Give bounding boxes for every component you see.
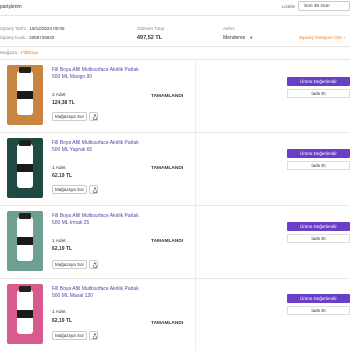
list-filter-value: Son 30 Gün <box>304 4 330 9</box>
evaluate-product-button[interactable]: Ürünü Değerlendir <box>287 222 350 231</box>
ask-store-label: Mağazaya Sor <box>54 187 84 192</box>
product-quantity: 2 Adet <box>52 93 66 98</box>
ask-store-label: Mağazaya Sor <box>54 333 84 338</box>
ask-store-button[interactable]: Mağazaya Sor <box>52 331 87 340</box>
share-icon <box>92 333 97 339</box>
chevron-down-icon: ▼ <box>249 35 254 40</box>
ask-store-label: Mağazaya Sor <box>54 114 84 119</box>
order-code-label: Sipariş Kodu <box>0 35 26 40</box>
evaluate-label: Ürünü Değerlendir <box>300 151 337 156</box>
order-item: Fill Boya Afill Multisurface Akrilik Par… <box>0 279 350 350</box>
order-code-row: Sipariş Kodu : 2059736832 <box>0 35 55 40</box>
order-date-label: Sipariş Tarihi <box>0 26 26 31</box>
ask-store-button[interactable]: Mağazaya Sor <box>52 112 87 121</box>
top-bar: parişlerim Listele Son 30 Gün <box>0 0 350 14</box>
product-price: 62,19 TL <box>52 173 73 179</box>
product-quantity: 1 Adet <box>52 166 66 171</box>
evaluate-product-button[interactable]: Ürünü Değerlendir <box>287 77 350 86</box>
return-label: İade Et <box>311 308 326 313</box>
product-image[interactable] <box>7 284 43 344</box>
evaluate-label: Ürünü Değerlendir <box>300 224 337 229</box>
store-name-link[interactable]: FillBoya <box>21 51 38 56</box>
evaluate-label: Ürünü Değerlendir <box>300 79 337 84</box>
return-button[interactable]: İade Et <box>287 306 350 315</box>
order-detail-link[interactable]: Sipariş Detayını Gör › <box>299 36 345 41</box>
product-name-link[interactable]: Fill Boya Afill Multisurface Akrilik Par… <box>52 286 140 300</box>
ask-store-label: Mağazaya Sor <box>54 262 84 267</box>
product-image[interactable] <box>7 65 43 125</box>
product-price: 124,38 TL <box>52 100 75 106</box>
order-status: TAMAMLANDI <box>151 321 184 326</box>
return-label: İade Et <box>311 91 326 96</box>
product-name-link[interactable]: Fill Boya Afill Multisurface Akrilik Par… <box>52 213 140 227</box>
evaluate-label: Ürünü Değerlendir <box>300 296 337 301</box>
product-image[interactable] <box>7 211 43 271</box>
breadcrumb[interactable]: parişlerim <box>0 4 22 10</box>
product-name-link[interactable]: Fill Boya Afill Multisurface Akrilik Par… <box>52 140 140 154</box>
product-quantity: 1 Adet <box>52 239 66 244</box>
store-row: Mağaza : FillBoya <box>0 47 350 60</box>
return-button[interactable]: İade Et <box>287 234 350 243</box>
product-price: 62,19 TL <box>52 246 73 252</box>
return-label: İade Et <box>311 163 326 168</box>
list-filter-label: Listele <box>282 4 296 9</box>
product-name-link[interactable]: Fill Boya Afill Multisurface Akrilik Par… <box>52 67 140 81</box>
evaluate-product-button[interactable]: Ürünü Değerlendir <box>287 149 350 158</box>
return-label: İade Et <box>311 236 326 241</box>
order-date-row: Sipariş Tarihi : 19/12/2024 00:05 <box>0 26 65 31</box>
order-status: TAMAMLANDI <box>151 94 184 99</box>
order-date-value: 19/12/2024 00:05 <box>29 26 65 31</box>
share-icon <box>92 114 97 120</box>
order-status: TAMAMLANDI <box>151 239 184 244</box>
share-button[interactable] <box>89 185 98 194</box>
evaluate-product-button[interactable]: Ürünü Değerlendir <box>287 294 350 303</box>
order-status: TAMAMLANDI <box>151 166 184 171</box>
order-summary: Sipariş Tarihi : 19/12/2024 00:05 Sipari… <box>0 15 350 47</box>
address-label: Adres <box>223 26 235 31</box>
list-filter-select[interactable]: Son 30 Gün <box>298 1 350 11</box>
total-label: Ödenen Tutar <box>137 26 165 31</box>
ask-store-button[interactable]: Mağazaya Sor <box>52 260 87 269</box>
ask-store-button[interactable]: Mağazaya Sor <box>52 185 87 194</box>
order-item: Fill Boya Afill Multisurface Akrilik Par… <box>0 133 350 206</box>
product-image[interactable] <box>7 138 43 198</box>
address-value: Menderes <box>223 35 246 41</box>
total-value: 497,52 TL <box>137 35 163 41</box>
share-icon <box>92 187 97 193</box>
share-button[interactable] <box>89 112 98 121</box>
return-button[interactable]: İade Et <box>287 161 350 170</box>
share-button[interactable] <box>89 331 98 340</box>
order-code-value: 2059736832 <box>29 35 55 40</box>
order-item: Fill Boya Afill Multisurface Akrilik Par… <box>0 60 350 133</box>
order-detail-link-label: Sipariş Detayını Gör <box>299 36 343 41</box>
return-button[interactable]: İade Et <box>287 89 350 98</box>
store-label: Mağaza : <box>0 51 20 56</box>
address-dropdown[interactable]: Menderes ▼ <box>223 35 253 41</box>
share-button[interactable] <box>89 260 98 269</box>
order-item: Fill Boya Afill Multisurface Akrilik Par… <box>0 206 350 279</box>
product-price: 62,19 TL <box>52 318 73 324</box>
product-quantity: 1 Adet <box>52 310 66 315</box>
share-icon <box>92 262 97 268</box>
